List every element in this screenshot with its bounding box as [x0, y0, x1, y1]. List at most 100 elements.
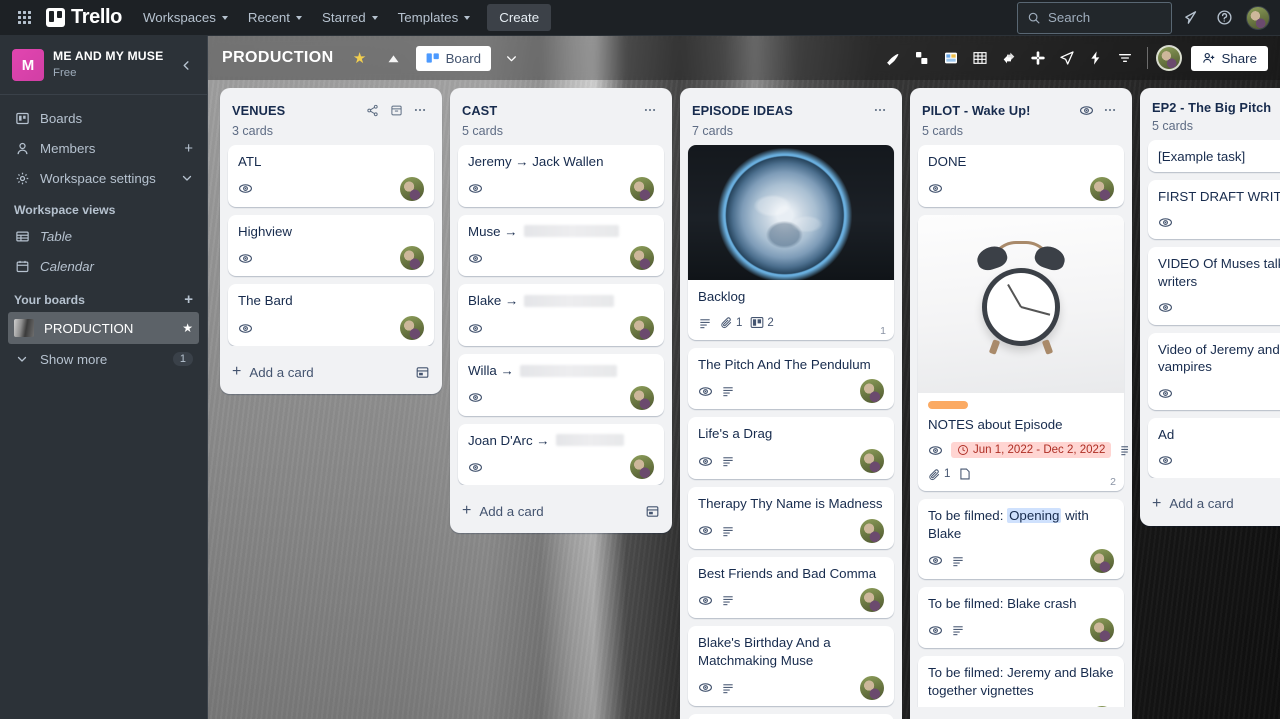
card-member-avatar[interactable] [1090, 548, 1114, 573]
sidebar-item-members[interactable]: Members + [8, 133, 199, 163]
card[interactable]: Muse → [458, 214, 664, 277]
card[interactable]: To be filmed: Opening with Blake [918, 499, 1124, 579]
automation-icon[interactable] [908, 44, 936, 72]
card[interactable]: VIDEO Of Muses talking writers [1148, 247, 1280, 325]
share-button[interactable]: Share [1190, 45, 1268, 71]
add-a-card-button[interactable]: +Add a card [914, 715, 1128, 719]
arrows-icon[interactable] [995, 44, 1023, 72]
card[interactable]: NOTES about Episode Jun 1, 2022 - Dec 2, … [918, 214, 1128, 492]
card-member-avatar[interactable] [860, 379, 884, 404]
card-member-avatar[interactable] [860, 449, 884, 474]
card[interactable]: To be filmed: Jeremy and Blake together … [918, 656, 1124, 707]
list-menu-icon[interactable] [1100, 100, 1120, 120]
add-board-button[interactable]: + [184, 291, 193, 308]
search-input[interactable]: Search [1017, 1, 1172, 34]
sidebar-item-workspace-settings[interactable]: Workspace settings [8, 163, 199, 193]
card-member-avatar[interactable] [860, 518, 884, 543]
nav-workspaces[interactable]: Workspaces [134, 4, 237, 31]
card[interactable]: The Pitch And The Pendulum [688, 347, 894, 410]
chevron-down-icon[interactable] [497, 44, 525, 72]
bell-icon[interactable] [1174, 2, 1206, 34]
card-member-avatar[interactable] [860, 675, 884, 700]
list-menu-icon[interactable] [410, 100, 430, 120]
nav-recent[interactable]: Recent [239, 4, 311, 31]
card[interactable]: Backlog 1 2 1 [688, 145, 894, 340]
card-badges [928, 176, 1114, 201]
card[interactable]: Joan D'Arc → [458, 423, 664, 486]
card[interactable]: The Bard [228, 284, 434, 347]
sidebar-item-boards[interactable]: Boards [8, 103, 199, 133]
card[interactable]: ATL [228, 145, 434, 207]
card-member-avatar[interactable] [400, 176, 424, 201]
card-member-avatar[interactable] [860, 588, 884, 613]
card-member-avatar[interactable] [1090, 176, 1114, 201]
card-member-avatar[interactable] [630, 316, 654, 341]
card[interactable]: Blake's Birthday And a Matchmaking Muse [688, 626, 894, 706]
workspace-visible-icon[interactable] [380, 44, 408, 72]
add-a-card-button[interactable]: +Add a card [1144, 486, 1280, 522]
card[interactable]: Life's a Drag [688, 417, 894, 480]
board-view-switcher[interactable]: Board [415, 45, 492, 71]
workspace-header[interactable]: M ME AND MY MUSE Free [0, 36, 207, 95]
sidebar-collapse-button[interactable] [175, 54, 197, 76]
filter-icon[interactable] [1111, 44, 1139, 72]
create-button[interactable]: Create [487, 4, 552, 31]
card-member-avatar[interactable] [1090, 705, 1114, 707]
card[interactable]: [Example task] [1148, 140, 1280, 172]
sidebar-item-table[interactable]: Table [8, 221, 199, 251]
card[interactable]: Willa → [458, 354, 664, 416]
card-member-avatar[interactable] [400, 316, 424, 341]
add-a-card-button[interactable]: +Add a card [224, 354, 438, 390]
share-icon[interactable] [362, 100, 382, 120]
add-member-button[interactable]: + [184, 141, 193, 156]
card-member-avatar[interactable] [1090, 618, 1114, 643]
card-member-avatar[interactable] [630, 246, 654, 271]
add-from-template-icon[interactable] [645, 504, 660, 519]
board-member-avatar[interactable] [1155, 45, 1182, 71]
card[interactable]: Jeremy → Jack Wallen [458, 145, 664, 207]
card[interactable]: To be filmed: Blake crash [918, 586, 1124, 649]
slack-icon[interactable] [1024, 44, 1052, 72]
card-member-avatar[interactable] [400, 246, 424, 271]
sidebar-show-more[interactable]: Show more 1 [8, 344, 199, 374]
trello-home-link[interactable]: Trello [42, 6, 132, 29]
list-menu-icon[interactable] [870, 100, 890, 120]
sidebar-item-calendar[interactable]: Calendar [8, 251, 199, 281]
chevron-down-icon[interactable] [181, 172, 193, 184]
card[interactable]: Highview [228, 214, 434, 277]
watch-icon [468, 181, 483, 196]
archive-icon[interactable] [386, 100, 406, 120]
card[interactable]: DONE [918, 145, 1124, 207]
add-a-card-button[interactable]: +Add a card [454, 493, 668, 529]
card[interactable]: Therapy Thy Name is Madness [688, 487, 894, 549]
nav-starred[interactable]: Starred [313, 4, 387, 31]
bolt-icon[interactable] [1082, 44, 1110, 72]
card[interactable]: Video of Jeremy and the vampires [1148, 332, 1280, 411]
card[interactable]: Blake → [458, 284, 664, 347]
watch-icon[interactable] [1076, 100, 1096, 120]
power-up-icon[interactable] [937, 44, 965, 72]
apps-grid-icon[interactable] [8, 2, 40, 34]
card[interactable]: Ad [1148, 418, 1280, 478]
add-from-template-icon[interactable] [415, 365, 430, 380]
account-avatar[interactable] [1246, 5, 1270, 30]
card[interactable]: FIRST DRAFT WRITTEN [1148, 179, 1280, 240]
nav-templates[interactable]: Templates [389, 4, 480, 31]
card-member-avatar[interactable] [630, 176, 654, 201]
watch-icon [468, 321, 483, 336]
help-circle-icon[interactable] [1208, 2, 1240, 34]
card-member-avatar[interactable] [630, 455, 654, 480]
card-label[interactable] [928, 400, 968, 409]
sidebar-board-production[interactable]: PRODUCTION ★ [8, 312, 199, 344]
list-card-count: 7 cards [692, 124, 733, 138]
list-menu-icon[interactable] [640, 100, 660, 120]
star-filled-icon[interactable]: ★ [182, 322, 193, 334]
card-member-avatar[interactable] [630, 385, 654, 410]
send-icon[interactable] [1053, 44, 1081, 72]
table-icon[interactable] [966, 44, 994, 72]
card[interactable]: Best Friends and Bad Comma [688, 556, 894, 619]
rocket-icon[interactable] [879, 44, 907, 72]
due-date-badge[interactable]: Jun 1, 2022 - Dec 2, 2022 [951, 442, 1112, 459]
star-filled-icon[interactable]: ★ [346, 44, 374, 72]
card[interactable]: First Draft and First Date [688, 713, 894, 719]
